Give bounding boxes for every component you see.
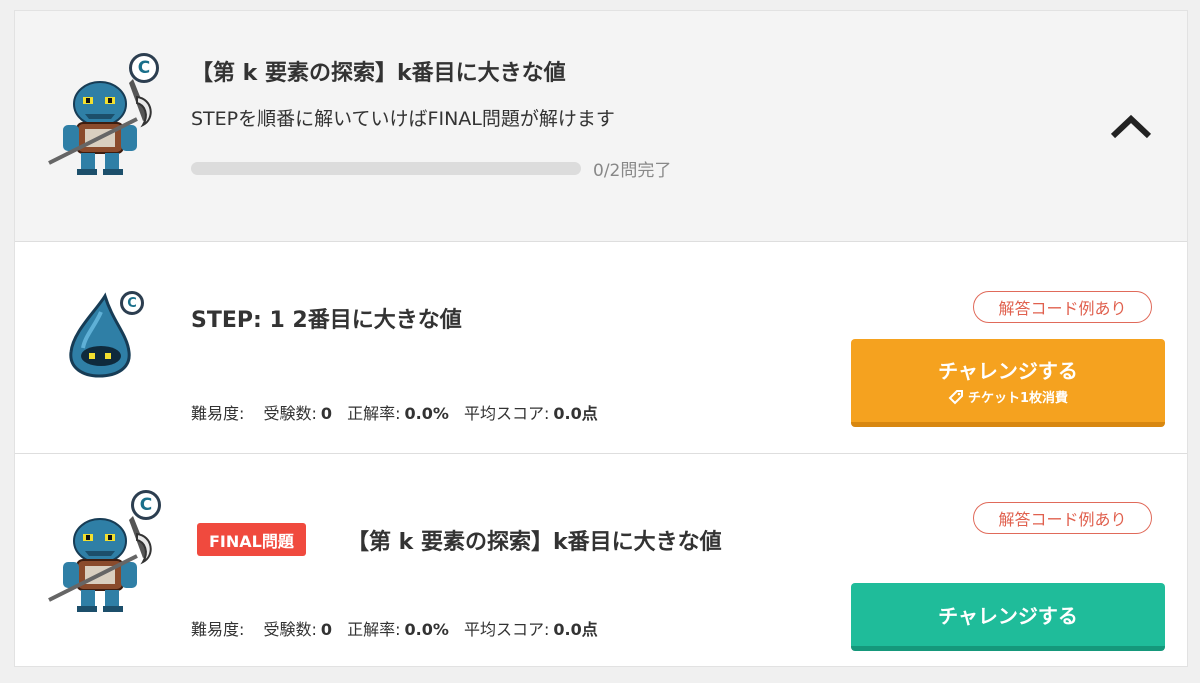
progress-bar: [191, 162, 581, 175]
step-problem-row: C STEP: 1 2番目に大きな値 難易度: 受験数: 0 正解率: 0.0% 平…: [15, 242, 1187, 454]
final-problem-title[interactable]: 【第 k 要素の探索】k番目に大きな値: [347, 524, 722, 556]
examinees-value: 0: [320, 404, 333, 423]
answer-code-available-tag: 解答コード例あり: [973, 291, 1152, 323]
challenge-button-step[interactable]: チャレンジする チケット1枚消費: [851, 339, 1165, 427]
problem-set-title: 【第 k 要素の探索】k番目に大きな値: [191, 61, 566, 86]
ticket-cost: チケット1枚消費: [948, 387, 1068, 406]
problem-set-card: C 【第 k 要素の探索】k番目に大きな値 STEPを順番に解いていけばFINA…: [14, 10, 1188, 667]
examinees-label: 受験数:: [263, 404, 317, 423]
avg-score-label: 平均スコア:: [464, 620, 550, 639]
accuracy-label: 正解率:: [347, 620, 401, 639]
challenge-button-final[interactable]: チャレンジする: [851, 583, 1165, 651]
problem-set-header[interactable]: C 【第 k 要素の探索】k番目に大きな値 STEPを順番に解いていけばFINA…: [15, 11, 1187, 242]
answer-code-available-tag: 解答コード例あり: [973, 502, 1152, 534]
final-stats: 難易度: 受験数: 0 正解率: 0.0% 平均スコア: 0.0点: [191, 616, 608, 640]
chevron-up-icon: [1110, 114, 1152, 139]
examinees-value: 0: [320, 620, 333, 639]
avg-score-value: 0.0点: [553, 404, 598, 423]
problem-set-description: STEPを順番に解いていけばFINAL問題が解けます: [191, 108, 615, 130]
accuracy-value: 0.0%: [404, 404, 449, 423]
final-problem-badge: FINAL問題: [197, 523, 306, 556]
ticket-cost-label: チケット1枚消費: [967, 391, 1069, 406]
rank-c-badge: C: [120, 291, 144, 315]
avg-score-value: 0.0点: [553, 620, 598, 639]
step-title[interactable]: STEP: 1 2番目に大きな値: [191, 302, 462, 334]
challenge-button-label: チャレンジする: [938, 359, 1078, 383]
progress-label: 0/2問完了: [593, 161, 672, 181]
rank-c-badge: C: [131, 490, 161, 520]
rank-c-badge: C: [129, 53, 159, 83]
ticket-icon: [948, 389, 963, 404]
accuracy-label: 正解率:: [347, 404, 401, 423]
avg-score-label: 平均スコア:: [464, 404, 550, 423]
final-problem-row: C FINAL問題 【第 k 要素の探索】k番目に大きな値 難易度: 受験数: 0…: [15, 454, 1187, 668]
challenge-button-label: チャレンジする: [938, 604, 1078, 628]
difficulty-label: 難易度:: [191, 620, 245, 639]
difficulty-label: 難易度:: [191, 404, 245, 423]
examinees-label: 受験数:: [263, 620, 317, 639]
accuracy-value: 0.0%: [404, 620, 449, 639]
step-stats: 難易度: 受験数: 0 正解率: 0.0% 平均スコア: 0.0点: [191, 400, 608, 424]
collapse-toggle-button[interactable]: [1109, 110, 1153, 142]
